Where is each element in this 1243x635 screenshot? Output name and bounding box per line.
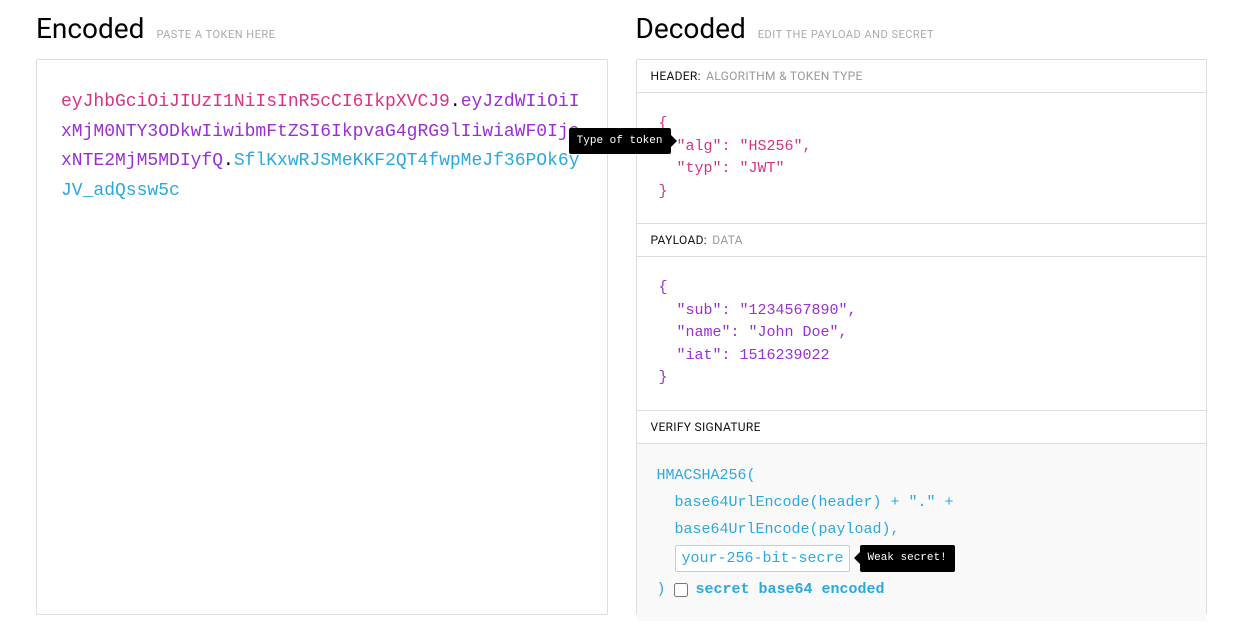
decoded-title: Decoded	[636, 12, 746, 45]
header-json-editor[interactable]: { "alg": "HS256", "typ": "JWT" }	[637, 93, 1207, 224]
token-header-segment: eyJhbGciOiJIUzI1NiIsInR5cCI6IkpXVCJ9	[61, 92, 450, 112]
verify-close-paren: )	[657, 576, 666, 603]
payload-json-editor[interactable]: { "sub": "1234567890", "name": "John Doe…	[637, 257, 1207, 411]
encoded-hint: PASTE A TOKEN HERE	[156, 28, 275, 41]
decoded-hint: EDIT THE PAYLOAD AND SECRET	[758, 28, 934, 41]
base64-checkbox[interactable]	[674, 583, 688, 597]
verify-fn-open: HMACSHA256(	[657, 462, 1187, 489]
payload-section-sub: DATA	[712, 233, 743, 247]
payload-section-label: PAYLOAD:	[651, 233, 707, 247]
encoded-heading: Encoded PASTE A TOKEN HERE	[36, 12, 608, 45]
type-of-token-tooltip: Type of token	[569, 128, 671, 154]
verify-signature-body: HMACSHA256( base64UrlEncode(header) + ".…	[637, 444, 1207, 622]
header-section-label: HEADER:	[651, 69, 701, 83]
verify-line-2: base64UrlEncode(payload),	[657, 516, 1187, 543]
encoded-token-box[interactable]: eyJhbGciOiJIUzI1NiIsInR5cCI6IkpXVCJ9.eyJ…	[36, 59, 608, 615]
header-section-sub: ALGORITHM & TOKEN TYPE	[706, 69, 863, 83]
encoded-title: Encoded	[36, 12, 144, 45]
verify-section-titlebar: VERIFY SIGNATURE	[637, 411, 1207, 444]
header-section-titlebar: HEADER: ALGORITHM & TOKEN TYPE	[637, 60, 1207, 93]
weak-secret-tooltip: Weak secret!	[860, 545, 955, 573]
verify-line-1: base64UrlEncode(header) + "." +	[657, 489, 1187, 516]
payload-section-titlebar: PAYLOAD: DATA	[637, 224, 1207, 257]
secret-input[interactable]	[675, 545, 850, 572]
verify-section-label: VERIFY SIGNATURE	[651, 420, 761, 434]
decoded-heading: Decoded EDIT THE PAYLOAD AND SECRET	[636, 12, 1208, 45]
decoded-box: HEADER: ALGORITHM & TOKEN TYPE { "alg": …	[636, 59, 1208, 615]
base64-encoded-label: secret base64 encoded	[696, 576, 885, 603]
